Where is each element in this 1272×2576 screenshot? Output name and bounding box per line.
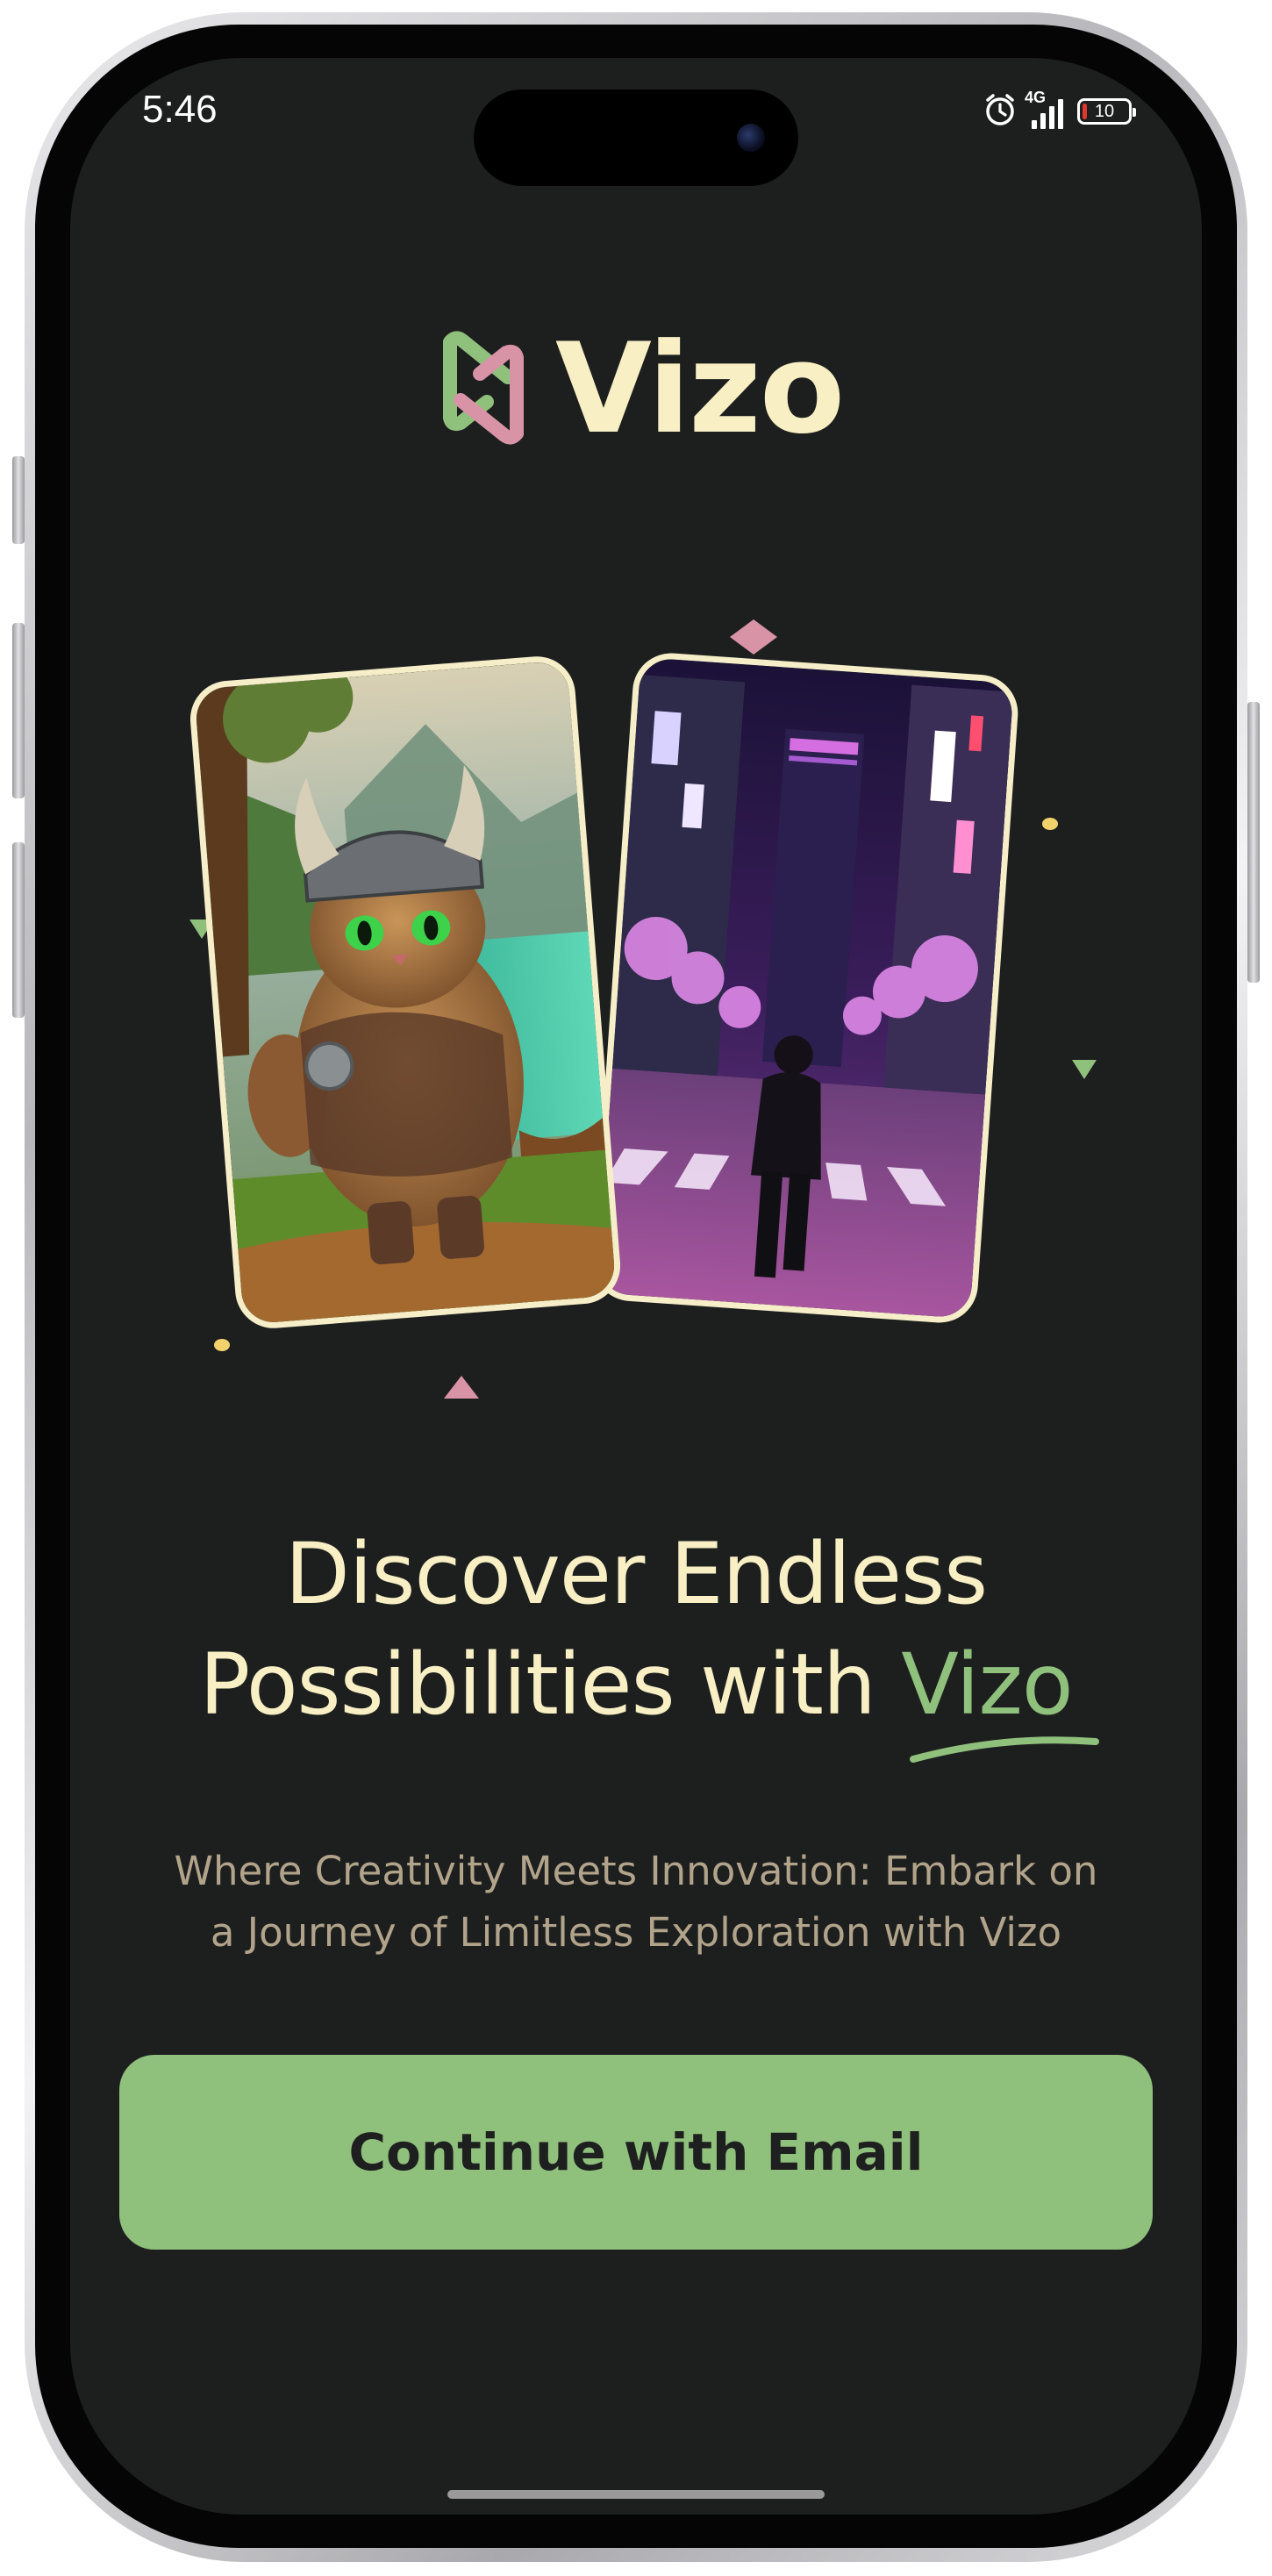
neon-city-artwork	[590, 650, 1021, 1326]
signal-icon: 4G	[1025, 89, 1063, 129]
dynamic-island	[474, 89, 798, 186]
status-time: 5:46	[142, 88, 218, 131]
status-icons: 4G 10	[983, 89, 1136, 133]
continue-with-email-button[interactable]: Continue with Email	[119, 2055, 1153, 2250]
confetti-triangle	[444, 1376, 479, 1399]
battery-fill	[1083, 104, 1087, 119]
network-type: 4G	[1025, 89, 1047, 106]
confetti-diamond	[730, 619, 777, 655]
app-name: Vizo	[555, 317, 845, 462]
viking-cat-artwork	[187, 653, 624, 1332]
alarm-icon	[983, 92, 1018, 131]
headline-line-2: Possibilities with Vizo	[70, 1629, 1202, 1763]
battery-level: 10	[1094, 102, 1115, 121]
headline-brand: Vizo	[901, 1629, 1100, 1763]
front-camera	[737, 124, 765, 152]
volume-down-button	[12, 842, 25, 1018]
volume-up-button	[12, 623, 25, 798]
headline: Discover Endless Possibilities with Vizo	[70, 1519, 1202, 1763]
app-screen: 5:46 4G 10 Vizo Discover Endless Possibi…	[70, 58, 1202, 2515]
action-button	[12, 456, 25, 544]
app-logo: Vizo	[425, 317, 845, 462]
subtitle: Where Creativity Meets Innovation: Embar…	[174, 1848, 1098, 1956]
vizo-logo-icon	[425, 326, 540, 453]
headline-brand-text: Vizo	[901, 1635, 1073, 1734]
headline-line-2-prefix: Possibilities with	[199, 1635, 902, 1734]
battery-icon: 10	[1077, 98, 1136, 125]
home-indicator[interactable]	[447, 2490, 825, 2499]
power-button	[1247, 702, 1260, 983]
headline-line-1: Discover Endless	[284, 1525, 988, 1623]
confetti-dot	[214, 1339, 230, 1351]
confetti-dot	[1042, 818, 1058, 830]
confetti-triangle	[1072, 1060, 1097, 1079]
brand-underline-swoosh	[910, 1736, 1100, 1763]
